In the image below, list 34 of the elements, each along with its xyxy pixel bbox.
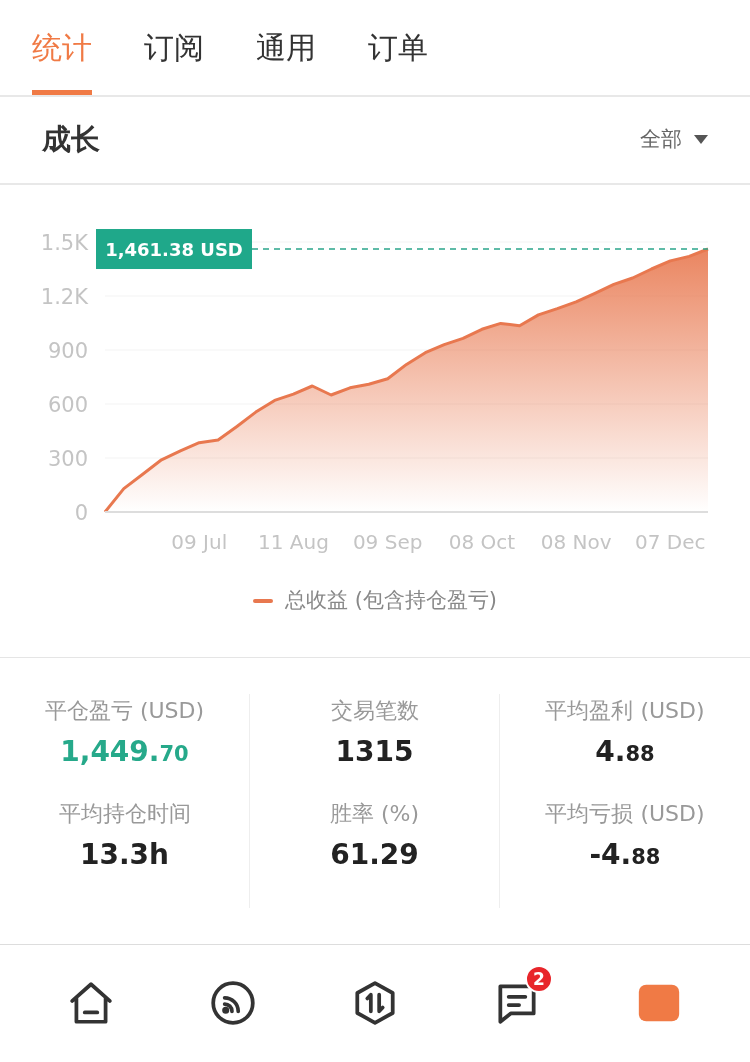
legend-swatch-icon: [252, 598, 273, 603]
axis-label: 08 Oct: [448, 530, 516, 554]
stat-value: 1,449.70: [60, 733, 189, 770]
axis-label: 900: [47, 339, 88, 363]
value-callout: 1,461.38 USD: [96, 229, 252, 269]
stat-label: 平仓盈亏 (USD): [44, 696, 205, 725]
axis-label: 07 Dec: [635, 530, 706, 554]
tab[interactable]: 订阅: [144, 0, 204, 95]
tab[interactable]: 订单: [368, 0, 428, 95]
axis-label: 1.5K: [40, 231, 88, 255]
axis-label: 1.2K: [40, 285, 88, 309]
filter-dropdown[interactable]: 全部: [640, 124, 708, 156]
stat-value: 1315: [335, 733, 414, 770]
axis-label: 600: [47, 393, 88, 417]
stat-label: 平均亏损 (USD): [545, 799, 705, 828]
stat-value: -4.88: [589, 836, 661, 873]
axis-label: 0: [74, 501, 88, 525]
notification-badge: 2: [525, 965, 553, 994]
stat-label: 交易笔数: [330, 696, 419, 725]
stat-label: 平均盈利 (USD): [545, 696, 705, 725]
stat-value: 13.3h: [80, 836, 169, 873]
tab[interactable]: 通用: [256, 0, 316, 95]
stat-value: 61.29: [330, 836, 419, 873]
section-title: 成长: [42, 121, 100, 159]
stat-label: 平均持仓时间: [58, 799, 191, 828]
legend-label: 总收益 (包含持仓盈亏): [284, 587, 498, 614]
axis-label: 09 Jul: [171, 530, 228, 554]
axis-label: 11 Aug: [258, 530, 329, 554]
stat-value: 4.88: [595, 733, 655, 770]
axis-label: 300: [47, 447, 88, 471]
axis-label: 08 Nov: [540, 530, 612, 554]
axis-label: 09 Sep: [352, 530, 423, 554]
stat-label: 胜率 (%): [329, 799, 420, 828]
caret-icon: [694, 135, 708, 145]
